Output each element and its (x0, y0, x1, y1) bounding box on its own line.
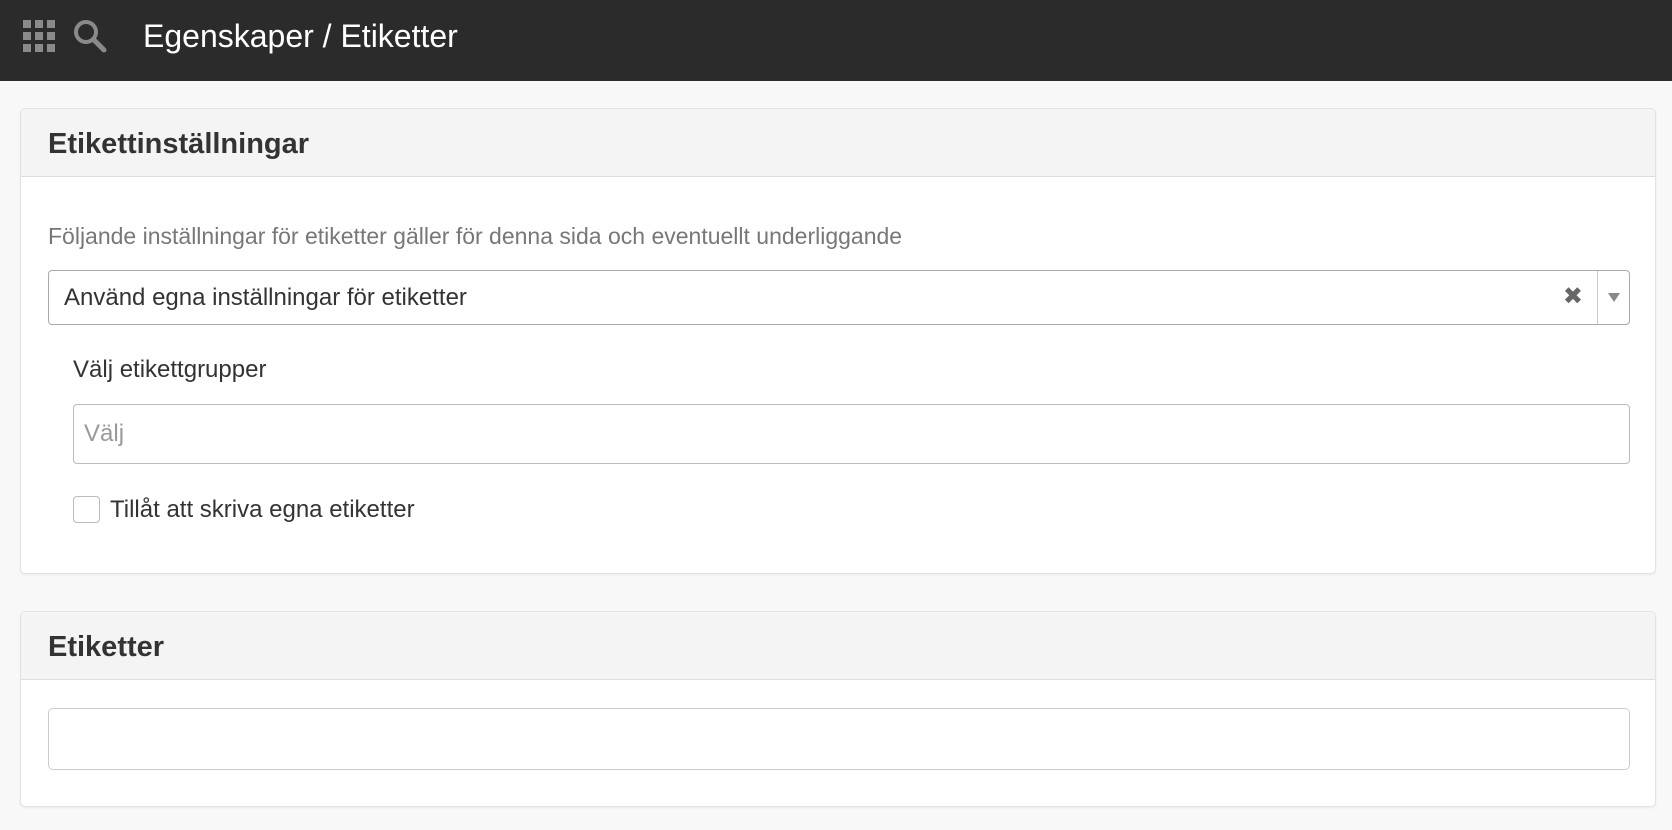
allow-custom-labels-checkbox[interactable] (73, 496, 100, 523)
label-mode-selected-value: Använd egna inställningar för etiketter (64, 284, 467, 311)
label-groups-label: Välj etikettgrupper (73, 356, 267, 383)
labels-title: Etiketter (48, 631, 165, 663)
labels-header: Etiketter (21, 612, 1655, 680)
page-title: Egenskaper / Etiketter (143, 18, 458, 54)
select-divider (1597, 271, 1598, 324)
label-settings-title: Etikettinställningar (48, 128, 310, 160)
labels-input[interactable] (48, 708, 1630, 770)
allow-custom-labels-label[interactable]: Tillåt att skriva egna etiketter (110, 495, 415, 525)
clear-icon[interactable]: ✖ (1563, 283, 1583, 311)
label-settings-panel: Etikettinställningar Följande inställnin… (20, 108, 1656, 574)
label-settings-help-text: Följande inställningar för etiketter gäl… (48, 223, 903, 249)
chevron-down-icon[interactable] (1608, 293, 1620, 302)
search-icon[interactable] (72, 18, 108, 54)
label-settings-header: Etikettinställningar (21, 109, 1655, 177)
label-groups-input[interactable] (73, 404, 1630, 464)
labels-panel: Etiketter (20, 611, 1656, 807)
top-bar: Egenskaper / Etiketter (0, 0, 1672, 81)
apps-grid-icon[interactable] (23, 20, 55, 52)
label-mode-select[interactable]: Använd egna inställningar för etiketter … (48, 270, 1630, 325)
